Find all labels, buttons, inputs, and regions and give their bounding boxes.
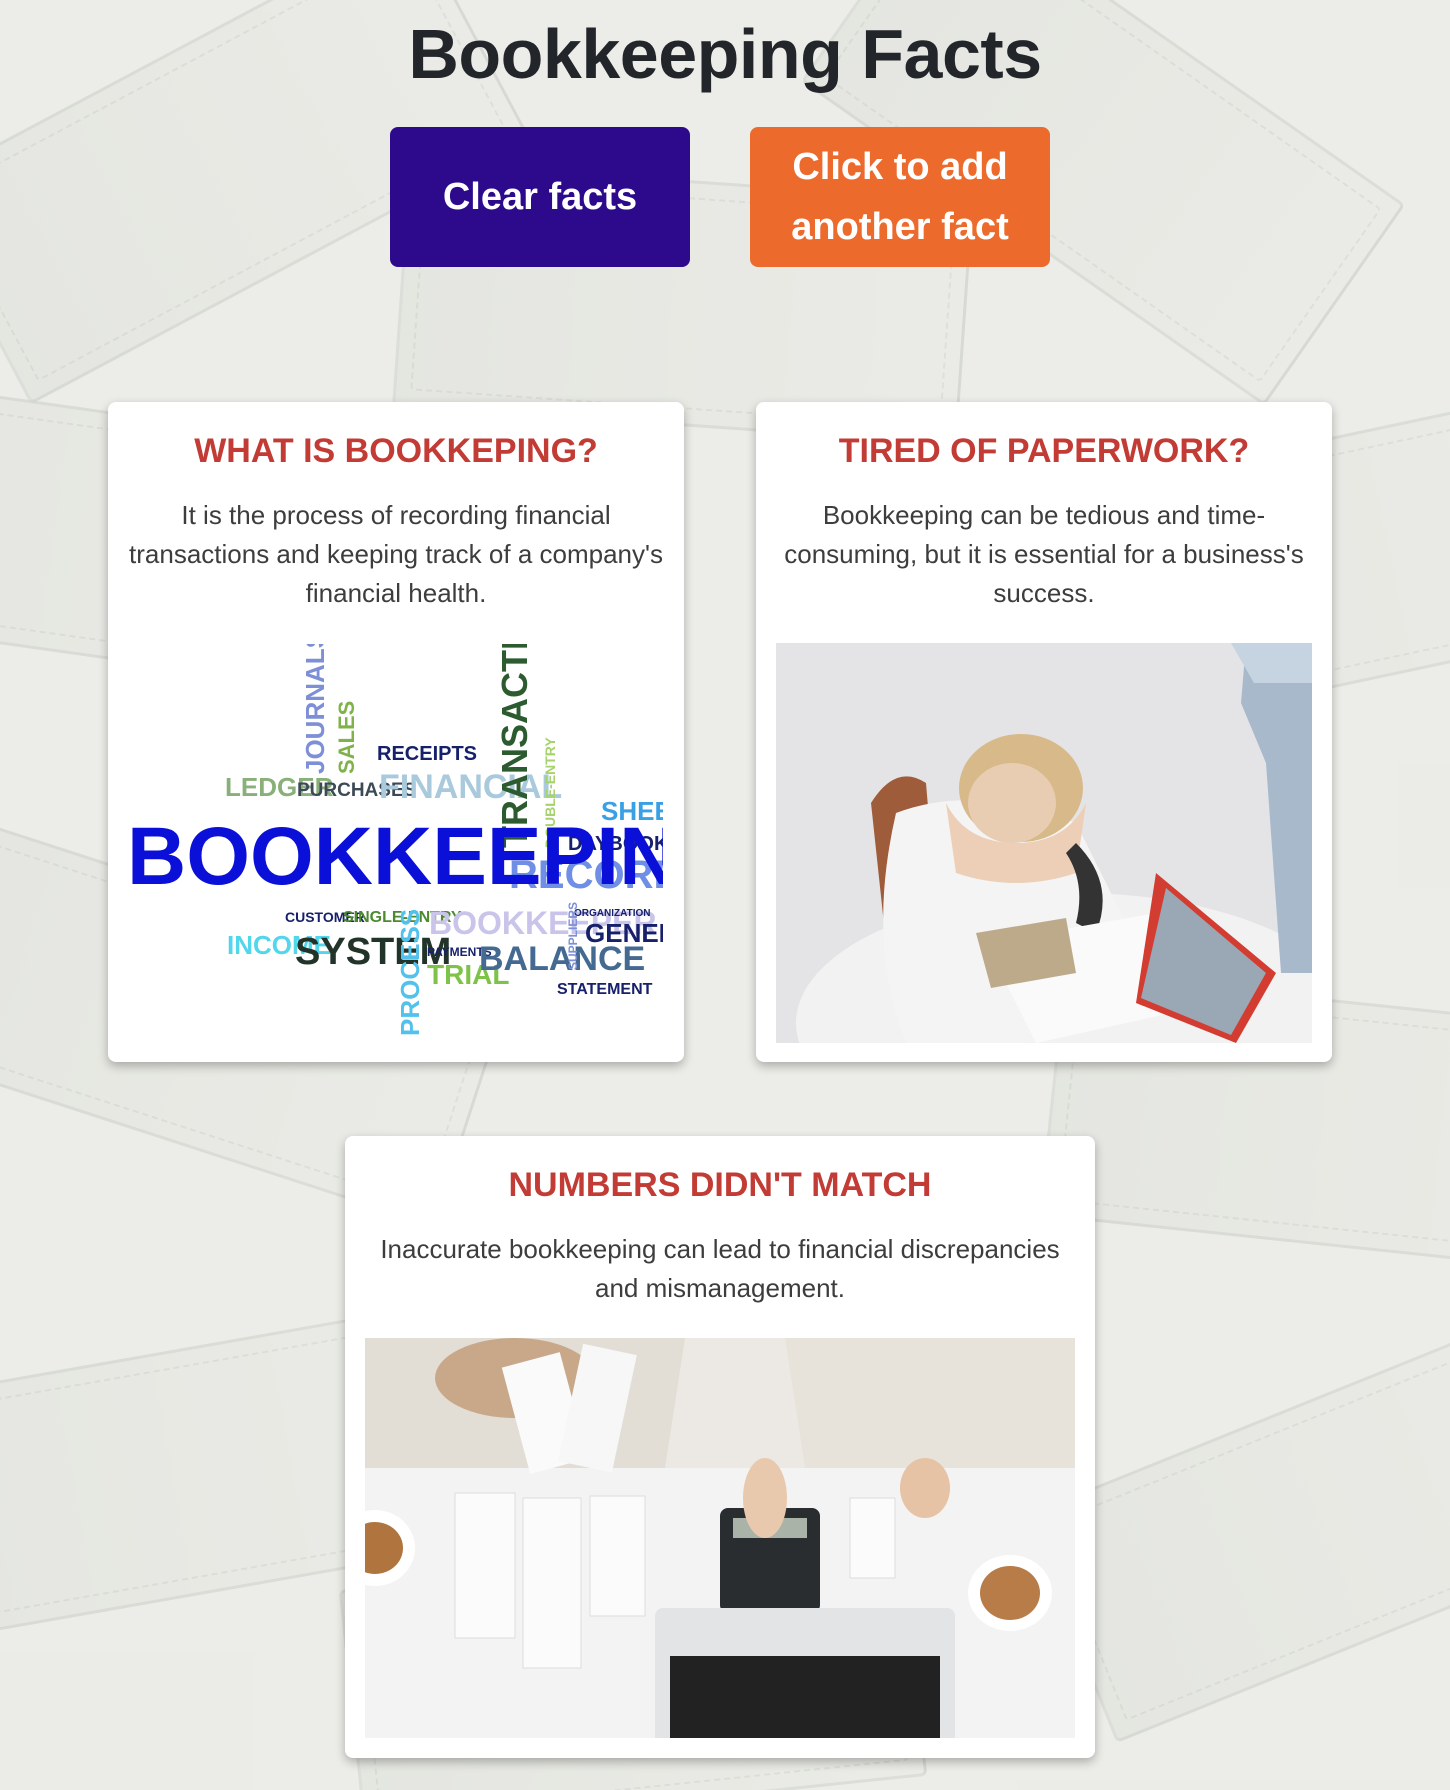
add-fact-button[interactable]: Click to add another fact xyxy=(750,127,1050,267)
word: PROCESS xyxy=(395,909,425,1036)
word: BALANCE xyxy=(479,940,645,978)
word: RECEIPTS xyxy=(377,743,477,765)
word-main: BOOKKEEPING xyxy=(127,811,663,902)
fact-title: TIRED OF PAPERWORK? xyxy=(838,432,1250,470)
fact-card: TIRED OF PAPERWORK? Bookkeeping can be t… xyxy=(756,402,1332,1062)
fact-title: WHAT IS BOOKKEPING? xyxy=(194,432,598,470)
fact-text: It is the process of recording financial… xyxy=(129,500,663,608)
word: JOURNALS xyxy=(300,644,330,774)
receipts-calculator-photo xyxy=(365,1338,1075,1738)
fact-text: Bookkeeping can be tedious and time-cons… xyxy=(784,500,1304,608)
fact-card: WHAT IS BOOKKEPING? It is the process of… xyxy=(108,402,684,1062)
fact-title: NUMBERS DIDN'T MATCH xyxy=(508,1166,932,1204)
clear-facts-button[interactable]: Clear facts xyxy=(390,127,690,267)
word: STATEMENT xyxy=(557,981,653,998)
page: Bookkeeping Facts Clear facts Click to a… xyxy=(0,0,1450,1790)
stressed-person-photo xyxy=(776,643,1312,1043)
bookkeeping-word-cloud-image: JOURNALS SALES RECEIPTS LEDGER PURCHASES… xyxy=(127,644,663,1039)
word: SALES xyxy=(334,701,359,774)
fact-text: Inaccurate bookkeeping can lead to finan… xyxy=(380,1234,1060,1303)
word: SUPPLIERS xyxy=(566,902,580,970)
page-title: Bookkeeping Facts xyxy=(408,15,1042,93)
fact-card: NUMBERS DIDN'T MATCH Inaccurate bookkeep… xyxy=(345,1136,1095,1758)
